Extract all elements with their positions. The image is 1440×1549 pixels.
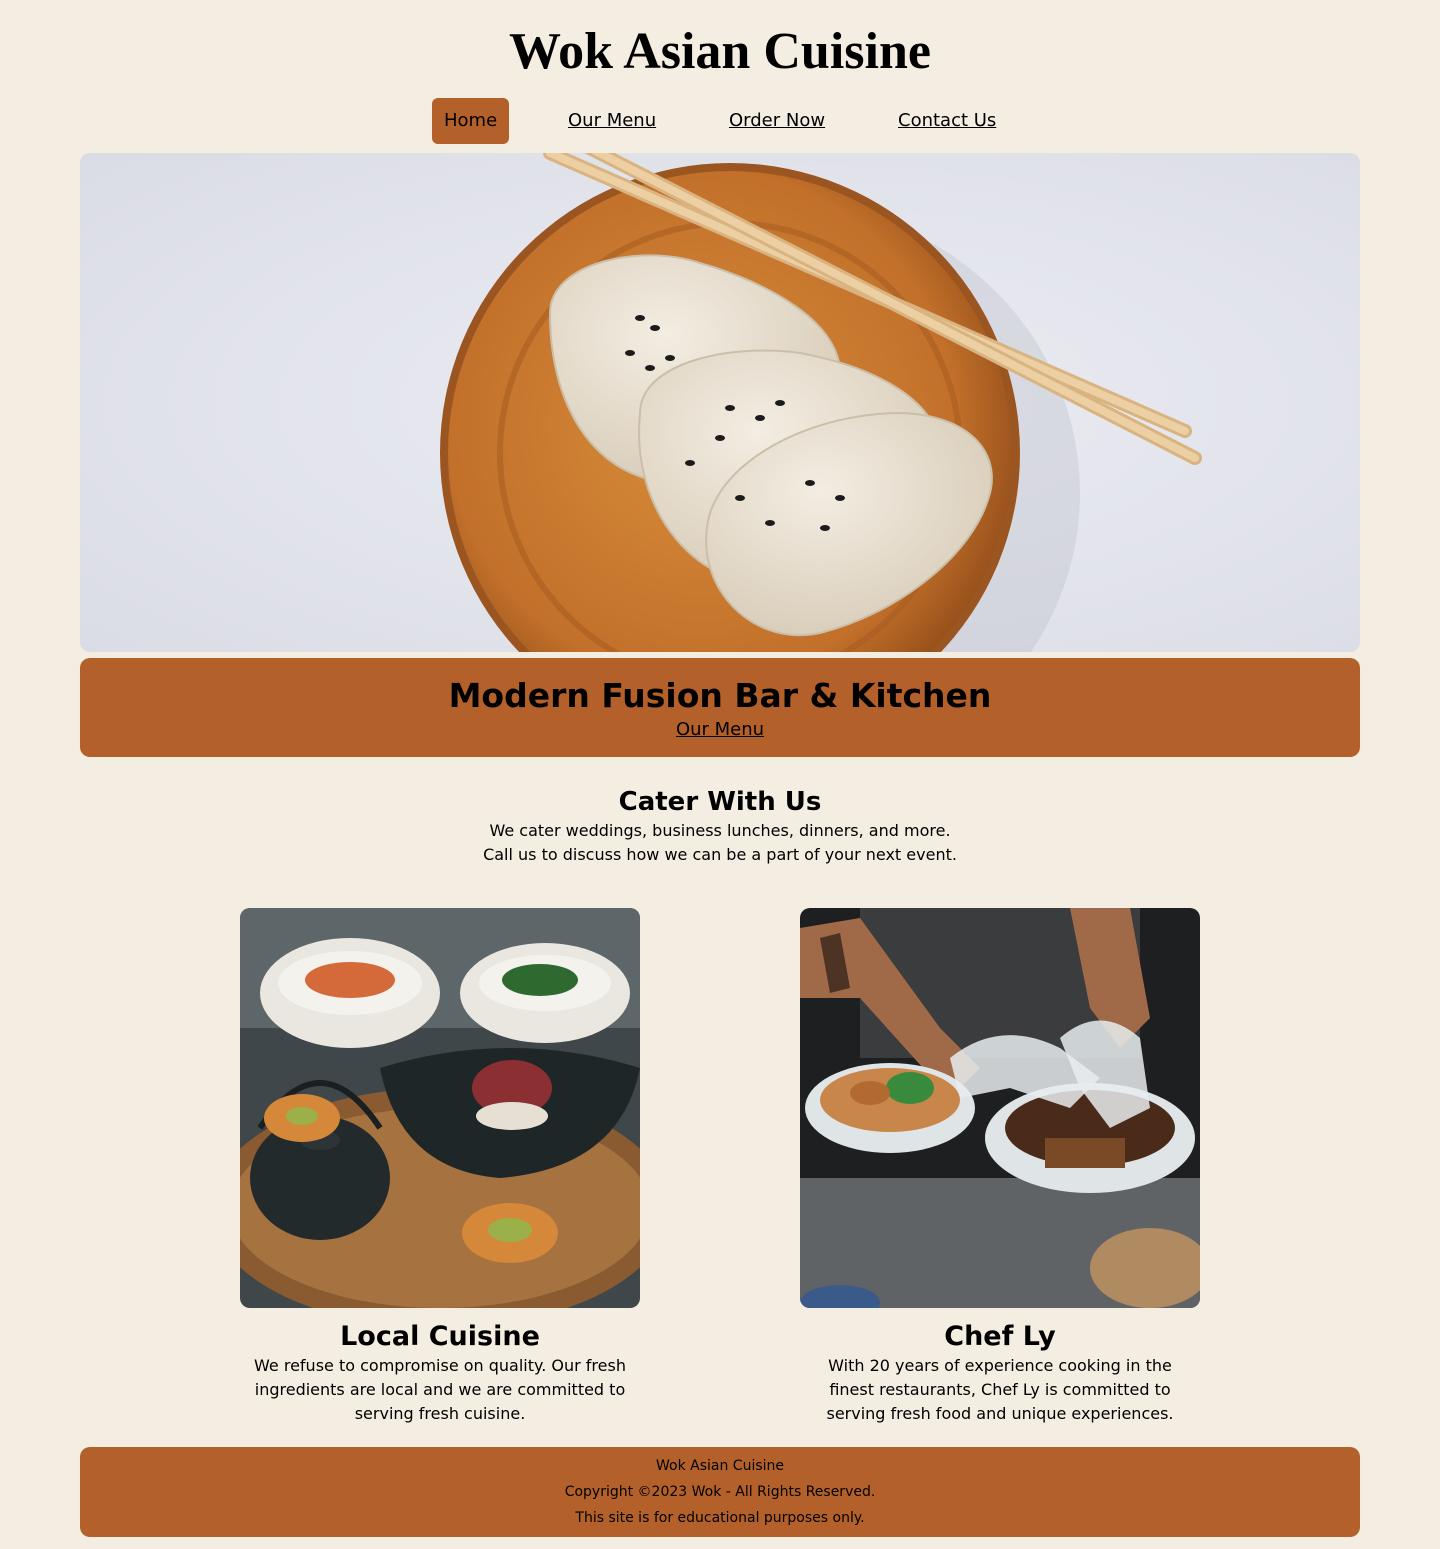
card-text: With 20 years of experience cooking in t… <box>826 1356 1174 1423</box>
cater-title: Cater With Us <box>618 787 822 817</box>
footer-copyright: Copyright ©2023 Wok - All Rights Reserve… <box>564 1484 876 1500</box>
card-title: Local Cuisine <box>340 1321 540 1352</box>
nav-our-menu[interactable]: Our Menu <box>568 98 656 144</box>
nav-order-now[interactable]: Order Now <box>729 98 825 144</box>
cater-text-line-1: We cater weddings, business lunches, din… <box>489 821 951 840</box>
footer-site-name: Wok Asian Cuisine <box>655 1458 785 1474</box>
hero-banner: Modern Fusion Bar & Kitchen Our Menu <box>80 658 1360 757</box>
main-nav: Home Our Menu Order Now Contact Us <box>0 98 1440 144</box>
cater-text-line-2: Call us to discuss how we can be a part … <box>483 845 957 864</box>
card-local-cuisine: Local Cuisine We refuse to compromise on… <box>240 908 640 1426</box>
site-title: Wok Asian Cuisine <box>509 23 931 80</box>
site-footer: Wok Asian Cuisine Copyright ©2023 Wok - … <box>80 1447 1360 1537</box>
hero-image <box>80 153 1360 652</box>
banner-menu-link[interactable]: Our Menu <box>676 718 764 742</box>
nav-home[interactable]: Home <box>432 98 510 144</box>
banner-title: Modern Fusion Bar & Kitchen <box>448 676 992 715</box>
card-chef-ly: Chef Ly With 20 years of experience cook… <box>800 908 1200 1426</box>
local-cuisine-image <box>240 908 640 1308</box>
footer-disclaimer: This site is for educational purposes on… <box>575 1510 865 1526</box>
card-text: We refuse to compromise on quality. Our … <box>254 1356 626 1423</box>
cater-section: Cater With Us We cater weddings, busines… <box>0 785 1440 867</box>
dumplings-plate-image <box>80 153 1360 652</box>
nav-contact-us[interactable]: Contact Us <box>898 98 996 144</box>
card-title: Chef Ly <box>944 1321 1056 1352</box>
chef-ly-image <box>800 908 1200 1308</box>
